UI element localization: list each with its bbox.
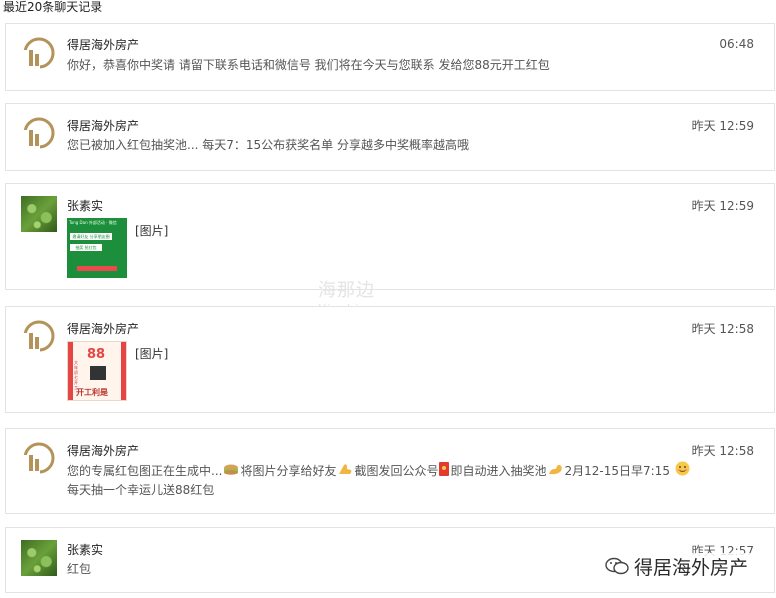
message-card[interactable]: 得居海外房产 昨天 12:59 您已被加入红包抽奖池... 每天7：15公布获奖… (5, 103, 775, 171)
timestamp: 昨天 12:58 (691, 322, 754, 336)
thumb-bottom-text: 开工利是 (76, 388, 108, 397)
thumb-header: Tong Dan 外部活动 · 微信 (69, 220, 117, 225)
message-text: 红包 (67, 562, 92, 576)
image-label: [图片] (135, 347, 169, 361)
thumb-button: 邀请好友 分享朋友圈 (70, 233, 112, 240)
thumb-button: 抽奖 抢红包 (70, 244, 102, 251)
red-envelope-emoji (439, 461, 450, 482)
image-thumbnail[interactable]: 88 大年初七开工 开工利是 (67, 341, 127, 401)
sender-name: 张素实 (67, 543, 104, 557)
message-card[interactable]: 张素实 昨天 12:59 Tong Dan 外部活动 · 微信 邀请好友 分享朋… (5, 183, 775, 290)
text-part: 截图发回公众号 (354, 464, 439, 478)
timestamp: 昨天 12:59 (691, 199, 754, 213)
text-part: 您的专属红包图正在生成中... (67, 464, 223, 478)
logo-d-icon (22, 37, 55, 70)
text-part: 将图片分享给好友 (240, 464, 337, 478)
message-card[interactable]: 得居海外房产 06:48 你好，恭喜你中奖请 请留下联系电话和微信号 我们将在今… (5, 23, 775, 91)
thumb-footer (77, 266, 117, 271)
flexed-arm-emoji (548, 462, 564, 482)
pointing-hand-emoji (337, 462, 353, 482)
message-text: 你好，恭喜你中奖请 请留下联系电话和微信号 我们将在今天与您联系 发给您88元开… (67, 58, 550, 72)
thumb-vertical-text: 大年初七开工 (74, 360, 78, 390)
text-part: 2月12-15日早7:15 (564, 464, 670, 478)
sender-name: 得居海外房产 (67, 322, 140, 336)
message-text: 您的专属红包图正在生成中... 将图片分享给好友 截图发回公众号 即自动进入抽奖池 2月… (67, 461, 691, 482)
timestamp: 06:48 (719, 37, 754, 51)
avatar-photo (21, 540, 57, 576)
timestamp: 昨天 12:58 (691, 444, 754, 458)
thumb-number: 88 (87, 347, 106, 362)
logo-d-icon (22, 442, 55, 475)
timestamp: 昨天 12:59 (691, 119, 754, 133)
image-thumbnail[interactable]: Tong Dan 外部活动 · 微信 邀请好友 分享朋友圈 抽奖 抢红包 (67, 218, 127, 278)
sender-name: 得居海外房产 (67, 119, 140, 133)
thumb-right-bar (121, 342, 126, 400)
message-text-line2: 每天抽一个幸运儿送88红包 (67, 483, 215, 497)
sandwich-emoji (223, 462, 239, 481)
thumb-qr (90, 366, 106, 380)
brand-watermark: 得居海外房产 (600, 553, 753, 581)
image-label: [图片] (135, 224, 169, 238)
sender-name: 得居海外房产 (67, 444, 140, 458)
thumb-left-bar (68, 342, 73, 400)
message-card[interactable]: 得居海外房产 昨天 12:58 88 大年初七开工 开工利是 [图片] (5, 306, 775, 413)
sender-name: 得居海外房产 (67, 38, 140, 52)
sender-name: 张素实 (67, 199, 104, 213)
brand-text: 得居海外房产 (634, 557, 749, 579)
logo-d-icon (22, 320, 55, 353)
wechat-icon (604, 556, 630, 581)
text-part: 即自动进入抽奖池 (450, 464, 547, 478)
header-title: 最近20条聊天记录 (3, 0, 103, 14)
message-card[interactable]: 得居海外房产 昨天 12:58 您的专属红包图正在生成中... 将图片分享给好友 截… (5, 428, 775, 514)
watermark-cn: 海那边 (318, 280, 375, 301)
grinning-face-emoji (675, 461, 690, 482)
message-text: 您已被加入红包抽奖池... 每天7：15公布获奖名单 分享越多中奖概率越高哦 (67, 138, 469, 152)
avatar-photo (21, 196, 57, 232)
logo-d-icon (22, 117, 55, 150)
